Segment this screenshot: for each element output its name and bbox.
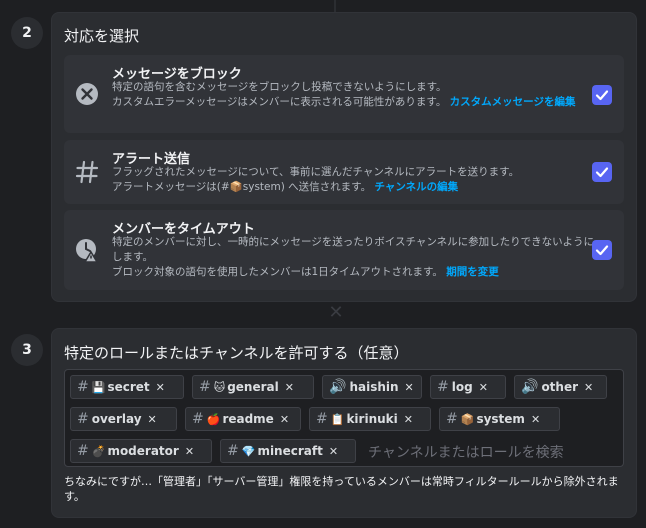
chip-other: 🔊 other ✕ [514,375,607,399]
role-channel-picker[interactable]: # 💾 secret ✕ # 🐱 general ✕ 🔊 haishin ✕ # log ✕ 🔊 ot… [64,369,624,467]
speaker-icon: 🔊 [521,379,539,395]
gem-icon: 💎 [241,445,256,458]
remove-chip-icon[interactable]: ✕ [329,445,338,458]
chip-haishin: 🔊 haishin ✕ [322,375,422,399]
chip-label: readme [222,412,274,426]
step2-panel: 対応を選択 メッセージをブロック 特定の語句を含むメッセージをブロックし投稿でき… [51,12,637,302]
action-desc-line: 特定の語句を含むメッセージをブロックし投稿できないようにします。 [112,81,447,93]
hash-icon: # [77,443,89,459]
chip-label: general [227,380,279,394]
step-number-2: 2 [11,17,43,49]
hash-icon: # [437,379,449,395]
action-desc-line: 特定のメンバーに対し、一時的にメッセージを送ったりボイスチャンネルに参加したりで… [112,236,594,263]
connector-line [334,0,336,12]
timeout-member-checkbox[interactable] [592,240,612,260]
remove-chip-icon[interactable]: ✕ [405,381,414,394]
chip-log: # log ✕ [430,375,506,399]
chip-system: # 📦 system ✕ [439,407,560,431]
chip-kirinuki: # 📋 kirinuki ✕ [309,407,431,431]
hash-icon [74,159,100,185]
chip-label: other [541,380,579,394]
chip-readme: # 🍎 readme ✕ [185,407,301,431]
chip-label: log [451,380,473,394]
chip-overlay: # overlay ✕ [70,407,177,431]
edit-channel-link[interactable]: チャンネルの編集 [374,181,458,193]
hash-icon: # [446,411,458,427]
action-desc-line: アラートメッセージは(#📦system) へ送信されます。 [112,181,372,193]
hash-icon: # [316,411,328,427]
chip-minecraft: # 💎 minecraft ✕ [220,439,356,463]
chip-label: system [476,412,525,426]
action-description: 特定のメンバーに対し、一時的にメッセージを送ったりボイスチャンネルに参加したりで… [112,235,596,280]
block-message-checkbox[interactable] [592,85,612,105]
circle-x-icon [74,81,100,107]
hash-icon: # [77,379,89,395]
bomb-icon: 💣 [91,445,106,458]
chip-label: overlay [91,412,142,426]
speaker-icon: 🔊 [329,379,347,395]
remove-chip-icon[interactable]: ✕ [479,381,488,394]
search-input[interactable]: チャンネルまたはロールを検索 [368,442,564,462]
step3-title: 特定のロールまたはチャンネルを許可する（任意） [64,344,409,362]
remove-chip-icon[interactable]: ✕ [156,381,165,394]
remove-chip-icon[interactable]: ✕ [531,413,540,426]
hash-icon: # [199,379,211,395]
change-duration-link[interactable]: 期間を変更 [446,266,499,278]
action-block-message: メッセージをブロック 特定の語句を含むメッセージをブロックし投稿できないようにし… [64,55,624,133]
hash-icon: # [192,411,204,427]
package-icon: 📦 [460,413,475,426]
hash-icon: # [227,443,239,459]
chip-general: # 🐱 general ✕ [192,375,314,399]
step-number-3: 3 [11,334,43,366]
action-send-alert: アラート送信 フラッグされたメッセージについて、事前に選んだチャンネルにアラート… [64,140,624,204]
remove-chip-icon[interactable]: ✕ [148,413,157,426]
chip-moderator: # 💣 moderator ✕ [70,439,212,463]
admin-exclusion-note: ちなみにですが…「管理者」「サーバー管理」権限を持っているメンバーは常時フィルタ… [64,475,619,503]
edit-custom-message-link[interactable]: カスタムメッセージを編集 [450,96,576,108]
cat-icon: 🐱 [213,381,226,394]
action-desc-line: ブロック対象の語句を使用したメンバーは1日タイムアウトされます。 [112,266,443,278]
floppy-disk-icon: 💾 [91,381,106,394]
chip-label: haishin [349,380,399,394]
connector-x-icon: ✕ [328,302,344,323]
action-timeout-member: メンバーをタイムアウト 特定のメンバーに対し、一時的にメッセージを送ったりボイス… [64,210,624,290]
action-desc-line: フラッグされたメッセージについて、事前に選んだチャンネルにアラートを送ります。 [112,166,520,178]
chip-label: secret [107,380,150,394]
remove-chip-icon[interactable]: ✕ [404,413,413,426]
send-alert-checkbox[interactable] [592,162,612,182]
step3-panel: 特定のロールまたはチャンネルを許可する（任意） # 💾 secret ✕ # 🐱 gene… [51,328,637,518]
hash-icon: # [77,411,89,427]
remove-chip-icon[interactable]: ✕ [185,445,194,458]
step2-title: 対応を選択 [64,27,140,45]
apple-icon: 🍎 [206,413,221,426]
remove-chip-icon[interactable]: ✕ [285,381,294,394]
clipboard-icon: 📋 [330,413,345,426]
chip-secret: # 💾 secret ✕ [70,375,184,399]
action-description: フラッグされたメッセージについて、事前に選んだチャンネルにアラートを送ります。 … [112,165,596,195]
chip-label: minecraft [257,444,323,458]
timeout-clock-icon [74,237,100,263]
remove-chip-icon[interactable]: ✕ [584,381,593,394]
action-description: 特定の語句を含むメッセージをブロックし投稿できないようにします。 カスタムエラー… [112,80,596,110]
action-desc-line: カスタムエラーメッセージはメンバーに表示される可能性があります。 [112,96,447,108]
chip-label: moderator [107,444,179,458]
remove-chip-icon[interactable]: ✕ [280,413,289,426]
chip-label: kirinuki [346,412,398,426]
